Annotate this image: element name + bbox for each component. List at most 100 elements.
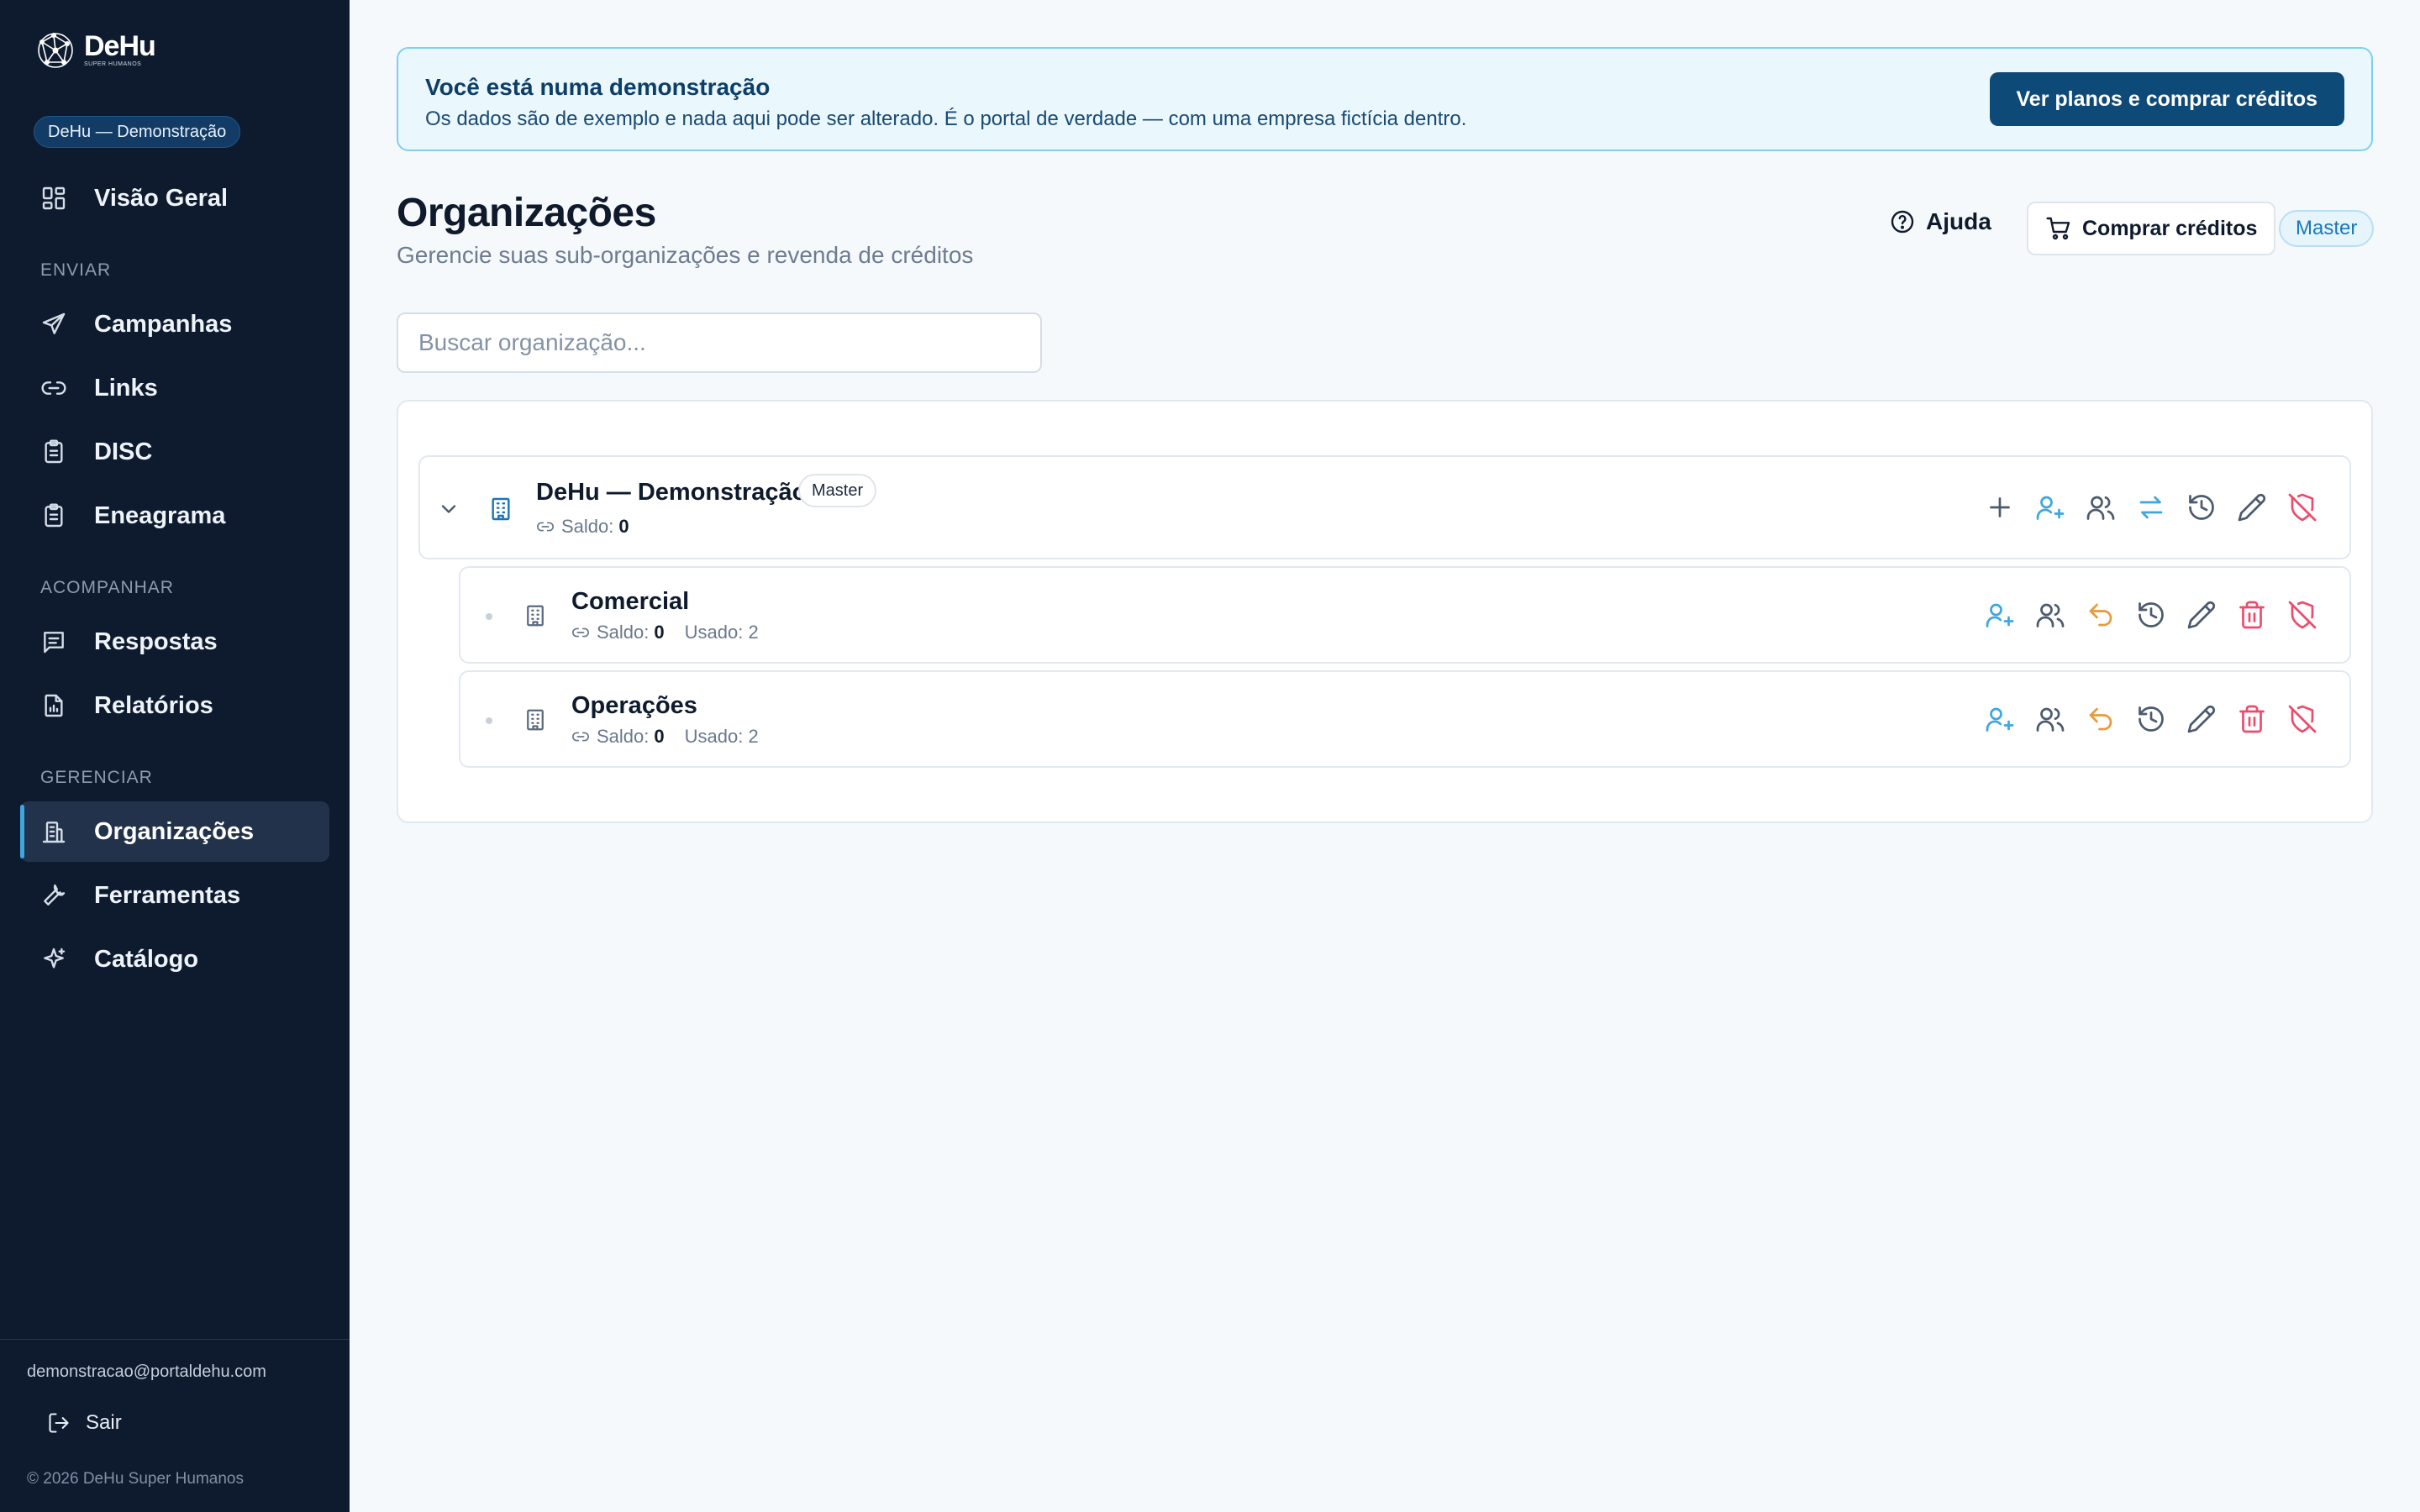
nav-label: Visão Geral [94,184,229,212]
building-icon [523,603,548,628]
nav-item-respostas[interactable]: Respostas [20,612,329,672]
nav-item-eneagrama[interactable]: Eneagrama [20,486,329,546]
nav-item-disc[interactable]: DISC [20,422,329,482]
nav-item-visao-geral[interactable]: Visão Geral [20,168,329,228]
logo-mark-icon [38,33,73,68]
sidebar-divider [0,1339,350,1340]
brand-tagline: SUPER HUMANOS [84,61,142,67]
message-icon [40,628,67,655]
nav-label: Campanhas [94,310,233,338]
user-plus-icon[interactable] [1985,704,2015,734]
cart-icon [2045,215,2072,242]
send-icon [40,311,67,338]
org-balance: Saldo: 0 [536,516,629,538]
nav-label: DISC [94,438,153,465]
demo-banner: Você está numa demonstração Os dados são… [397,47,2373,151]
help-circle-icon [1889,208,1916,235]
buy-credits-button[interactable]: Comprar créditos [2027,202,2276,255]
org-balance: Saldo: 0 Usado: 2 [571,726,759,748]
nav-label: Respostas [94,627,218,655]
sidebar: DeHu SUPER HUMANOS DeHu — Demonstração V… [0,0,350,1512]
help-label: Ajuda [1926,208,1991,234]
org-name: DeHu — Demonstração [536,479,808,506]
edit-icon[interactable] [2186,600,2217,630]
building-icon [40,818,67,845]
edit-icon[interactable] [2237,492,2267,522]
undo-icon[interactable] [2086,704,2116,734]
balance-value: 0 [618,516,629,537]
used-count: Usado: 2 [684,622,759,643]
section-label-acompanhar: ACOMPANHAR [40,578,174,597]
link-icon [571,727,590,746]
balance-value: 0 [654,726,665,747]
nav-label: Relatórios [94,691,213,719]
org-row-child[interactable]: Operações Saldo: 0 Usado: 2 [459,670,2351,768]
history-icon[interactable] [2136,704,2166,734]
shield-off-icon[interactable] [2287,600,2317,630]
nav-item-organizacoes[interactable]: Organizações [20,801,329,862]
shield-off-icon[interactable] [2287,492,2317,522]
section-label-gerenciar: GERENCIAR [40,768,153,787]
org-row-child[interactable]: Comercial Saldo: 0 Usado: 2 [459,566,2351,664]
user-email: demonstracao@portaldehu.com [27,1362,266,1381]
org-balance: Saldo: 0 Usado: 2 [571,622,759,643]
undo-icon[interactable] [2086,600,2116,630]
page-subtitle: Gerencie suas sub-organizações e revenda… [397,242,974,268]
users-icon[interactable] [2035,600,2065,630]
shield-off-icon[interactable] [2287,704,2317,734]
wrench-icon [40,882,67,909]
org-actions [1985,704,2317,734]
nav-item-links[interactable]: Links [20,358,329,418]
section-label-enviar: ENVIAR [40,260,112,280]
banner-text: Os dados são de exemplo e nada aqui pode… [425,108,1467,130]
search-input[interactable] [397,312,1042,373]
trash-icon[interactable] [2237,704,2267,734]
buy-credits-label: Comprar créditos [2082,216,2258,240]
brand-logo[interactable]: DeHu SUPER HUMANOS [34,25,156,74]
balance-value: 0 [654,622,665,643]
balance-label: Saldo: [597,622,650,643]
transfer-icon[interactable] [2136,492,2166,522]
users-icon[interactable] [2086,492,2116,522]
brand-name: DeHu [84,30,156,62]
org-master-badge: Master [798,474,877,507]
nav-label: Eneagrama [94,501,226,529]
nav-item-relatorios[interactable]: Relatórios [20,675,329,736]
users-icon[interactable] [2035,704,2065,734]
trash-icon[interactable] [2237,600,2267,630]
page-title: Organizações [397,191,656,235]
tree-dot [486,613,492,620]
dashboard-grid-icon [40,185,67,212]
view-plans-button[interactable]: Ver planos e comprar créditos [1989,72,2344,126]
org-actions [1985,492,2317,522]
link-icon [536,517,555,536]
user-plus-icon[interactable] [2035,492,2065,522]
role-badge: Master [2279,210,2375,247]
balance-label: Saldo: [597,726,650,747]
balance-label: Saldo: [561,516,614,537]
history-icon[interactable] [2136,600,2166,630]
plus-icon[interactable] [1985,492,2015,522]
clipboard-icon [40,438,67,465]
current-org-pill[interactable]: DeHu — Demonstração [34,116,241,148]
history-icon[interactable] [2186,492,2217,522]
user-plus-icon[interactable] [1985,600,2015,630]
org-actions [1985,600,2317,630]
logout-button[interactable]: Sair [47,1411,122,1435]
link-icon [40,375,67,402]
nav-item-catalogo[interactable]: Catálogo [20,929,329,990]
link-icon [571,623,590,642]
org-name: Operações [571,692,697,719]
edit-icon[interactable] [2186,704,2217,734]
help-button[interactable]: Ajuda [1889,208,1991,235]
clipboard-icon [40,502,67,529]
nav-item-campanhas[interactable]: Campanhas [20,294,329,354]
nav-item-ferramentas[interactable]: Ferramentas [20,865,329,926]
report-icon [40,692,67,719]
org-row-root[interactable]: DeHu — Demonstração Master Saldo: 0 [418,455,2351,559]
org-name: Comercial [571,588,690,615]
chevron-down-icon[interactable] [437,497,460,521]
nav-label: Ferramentas [94,881,241,909]
copyright: © 2026 DeHu Super Humanos [27,1470,244,1488]
tree-dot [486,717,492,724]
